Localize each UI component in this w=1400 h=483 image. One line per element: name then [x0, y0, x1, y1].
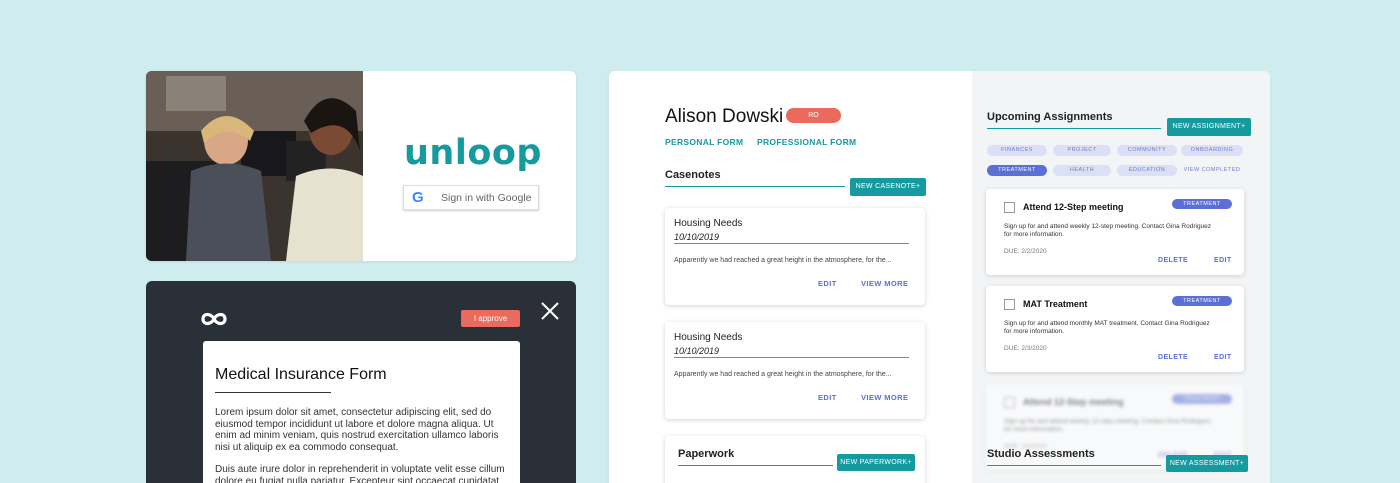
casenote-divider [674, 243, 909, 244]
assignment-edit-button[interactable]: EDIT [1214, 354, 1232, 361]
assignment-edit-button[interactable]: EDIT [1214, 257, 1232, 264]
assignment-description: Sign up for and attend monthly MAT treat… [1004, 320, 1210, 335]
sign-in-with-google-button[interactable]: G Sign in with Google [403, 185, 539, 210]
personal-form-link[interactable]: PERSONAL FORM [665, 137, 743, 147]
assignments-pane: Upcoming Assignments NEW ASSIGNMENT+ FIN… [972, 71, 1270, 483]
assignment-category-badge: TREATMENT [1172, 296, 1232, 306]
assignment-delete-button[interactable]: DELETE [1158, 354, 1188, 361]
unloop-loop-icon [201, 312, 227, 326]
assignment-description: Sign up for and attend weekly 12-step me… [1004, 418, 1212, 433]
assignment-checkbox [1004, 397, 1015, 408]
new-paperwork-button[interactable]: NEW PAPERWORK+ [837, 454, 915, 471]
casenotes-divider [665, 186, 845, 187]
approve-button[interactable]: I approve [461, 310, 520, 327]
casenote-date: 10/10/2019 [674, 232, 720, 242]
casenote-title: Housing Needs [674, 218, 743, 229]
casenote-edit-button[interactable]: EDIT [818, 393, 837, 402]
google-button-label: Sign in with Google [441, 191, 532, 204]
filter-treatment[interactable]: TREATMENT [987, 165, 1047, 176]
casenote-view-more-button[interactable]: VIEW MORE [861, 279, 908, 288]
professional-form-link[interactable]: PROFESSIONAL FORM [757, 137, 856, 147]
assignment-card[interactable]: MAT Treatment TREATMENT Sign up for and … [986, 286, 1244, 372]
form-document: Medical Insurance Form Lorem ipsum dolor… [203, 341, 520, 483]
studio-assessments-title: Studio Assessments [987, 448, 1095, 460]
assessments-divider [987, 465, 1161, 466]
assignment-description: Sign up for and attend weekly 12-step me… [1004, 223, 1212, 238]
casenote-card[interactable]: Housing Needs 10/10/2019 Apparently we h… [665, 322, 925, 419]
role-badge: RO [786, 108, 841, 123]
assignment-checkbox[interactable] [1004, 202, 1015, 213]
new-assignment-button[interactable]: NEW ASSIGNMENT+ [1167, 118, 1251, 136]
form-title: Medical Insurance Form [215, 366, 387, 383]
form-title-divider [215, 392, 331, 393]
casenote-excerpt: Apparently we had reached a great height… [674, 257, 892, 264]
client-dashboard: Alison Dowski RO PERSONAL FORM PROFESSIO… [609, 71, 1270, 483]
assignment-title: MAT Treatment [1023, 299, 1088, 309]
casenotes-title: Casenotes [665, 169, 721, 181]
assignment-due-date: DUE: 2/2/2020 [1004, 248, 1047, 255]
unloop-logo: unloop [404, 133, 542, 173]
assignment-checkbox[interactable] [1004, 299, 1015, 310]
casenote-edit-button[interactable]: EDIT [818, 279, 837, 288]
filter-onboarding[interactable]: ONBOARDING [1181, 145, 1243, 156]
client-name: Alison Dowski [665, 106, 784, 127]
new-casenote-button[interactable]: NEW CASENOTE+ [850, 178, 926, 196]
filter-education[interactable]: EDUCATION [1117, 165, 1177, 176]
filter-finances[interactable]: FINANCES [987, 145, 1047, 156]
paperwork-title: Paperwork [678, 448, 735, 460]
casenote-title: Housing Needs [674, 332, 743, 343]
assignment-delete-button[interactable]: DELETE [1158, 257, 1188, 264]
assignments-title: Upcoming Assignments [987, 111, 1113, 123]
filter-health[interactable]: HEALTH [1053, 165, 1111, 176]
assignment-due-date: DUE: 2/3/2020 [1004, 345, 1047, 352]
casenote-card[interactable]: Housing Needs 10/10/2019 Apparently we h… [665, 208, 925, 305]
assignment-title: Attend 12-Step meeting [1023, 202, 1124, 212]
casenote-divider [674, 357, 909, 358]
close-icon[interactable] [539, 300, 561, 322]
assignment-card[interactable]: Attend 12-Step meeting TREATMENT Sign up… [986, 189, 1244, 275]
new-assessment-button[interactable]: NEW ASSESSMENT+ [1166, 455, 1248, 472]
form-paragraph: Lorem ipsum dolor sit amet, consectetur … [215, 407, 499, 453]
paperwork-divider [678, 465, 833, 466]
filter-community[interactable]: COMMUNITY [1117, 145, 1177, 156]
casenote-view-more-button[interactable]: VIEW MORE [861, 393, 908, 402]
google-g-icon: G [412, 189, 424, 206]
paperwork-card: Paperwork NEW PAPERWORK+ [665, 436, 925, 483]
login-card: unloop G Sign in with Google [146, 71, 576, 261]
hero-photo [146, 71, 363, 261]
form-approval-modal: I approve Medical Insurance Form Lorem i… [146, 281, 576, 483]
casenote-date: 10/10/2019 [674, 346, 720, 356]
filter-view-completed[interactable]: VIEW COMPLETED [1181, 165, 1243, 176]
form-paragraph: Duis aute irure dolor in reprehenderit i… [215, 464, 505, 483]
assignment-category-badge: TREATMENT [1172, 199, 1232, 209]
filter-project[interactable]: PROJECT [1053, 145, 1111, 156]
assignment-category-badge: TREATMENT [1172, 394, 1232, 404]
assignments-divider [987, 128, 1161, 129]
assignment-title: Attend 12-Step meeting [1023, 397, 1124, 407]
casenote-excerpt: Apparently we had reached a great height… [674, 371, 892, 378]
